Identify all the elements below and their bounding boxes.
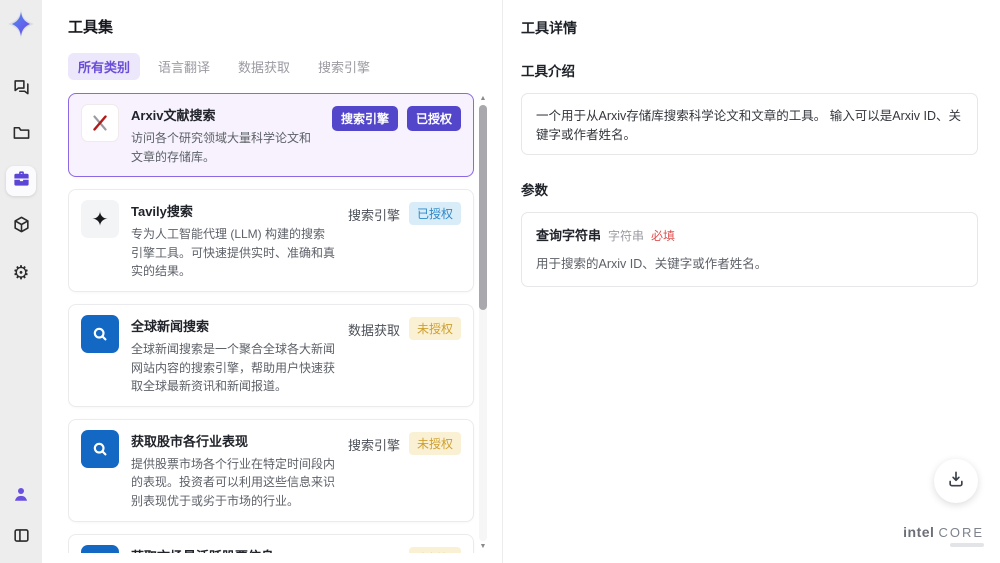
arxiv-logo-icon — [81, 104, 119, 142]
param-description: 用于搜索的Arxiv ID、关键字或作者姓名。 — [536, 257, 768, 271]
tool-list: Arxiv文献搜索 访问各个研究领域大量科学论文和文章的存储库。 搜索引擎 已授… — [68, 93, 488, 553]
chat-icon — [12, 77, 31, 101]
auth-badge: 未授权 — [408, 546, 461, 553]
sparkle-icon: ✦ — [81, 200, 119, 239]
cube-icon — [12, 215, 31, 239]
gear-icon: ⚙ — [12, 262, 30, 284]
tab-all-categories[interactable]: 所有类别 — [68, 53, 141, 80]
tool-title: Arxiv文献搜索 — [131, 108, 216, 123]
page-title: 工具集 — [68, 19, 114, 36]
download-button[interactable] — [934, 459, 978, 503]
scrollbar-thumb[interactable] — [479, 105, 487, 310]
category-tag: 搜索引擎 — [331, 106, 398, 131]
parameter-item: 查询字符串 字符串 必填 用于搜索的Arxiv ID、关键字或作者姓名。 — [521, 212, 978, 287]
tool-description: 专为人工智能代理 (LLM) 构建的搜索引擎工具。可快速提供实时、准确和真实的结… — [131, 227, 336, 279]
scroll-up-icon[interactable]: ▲ — [478, 95, 488, 103]
sidebar-item-settings[interactable]: ⚙ — [6, 258, 36, 288]
category-tag: 搜索引擎 — [347, 208, 400, 224]
auth-badge: 已授权 — [408, 202, 461, 226]
intro-section-title: 工具介绍 — [521, 64, 575, 79]
param-type: 字符串 — [608, 229, 645, 243]
tool-title: 获取股市各行业表现 — [131, 433, 249, 449]
tool-card-tavily[interactable]: ✦ Tavily搜索 专为人工智能代理 (LLM) 构建的搜索引擎工具。可快速提… — [68, 189, 474, 292]
tool-card-arxiv[interactable]: Arxiv文献搜索 访问各个研究领域大量科学论文和文章的存储库。 搜索引擎 已授… — [68, 93, 474, 178]
tab-language-translation[interactable]: 语言翻译 — [148, 53, 220, 80]
search-icon — [81, 544, 119, 553]
brand-intel-text: intel — [903, 524, 935, 540]
sidebar-item-collapse[interactable] — [6, 523, 36, 553]
intel-core-logo: intel CORE — [903, 524, 984, 547]
tool-list-panel: 工具集 所有类别 语言翻译 数据获取 搜索引擎 Arxiv文献搜索 访问各个研究… — [42, 0, 503, 563]
sidebar-item-models[interactable] — [6, 212, 36, 242]
app-logo — [5, 8, 37, 40]
tool-detail-panel: 工具详情 工具介绍 一个用于从Arxiv存储库搜索科学论文和文章的工具。 输入可… — [503, 0, 1000, 563]
auth-badge: 未授权 — [408, 316, 461, 340]
toolbox-icon — [12, 169, 31, 193]
sidebar-item-files[interactable] — [6, 120, 36, 150]
auth-badge: 未授权 — [408, 431, 461, 455]
category-tag: 搜索引擎 — [347, 437, 400, 453]
params-section-title: 参数 — [521, 183, 548, 198]
folder-icon — [12, 123, 31, 147]
sidebar-item-chat[interactable] — [6, 74, 36, 104]
tool-intro-text: 一个用于从Arxiv存储库搜索科学论文和文章的工具。 输入可以是Arxiv ID… — [521, 93, 978, 155]
tool-description: 全球新闻搜索是一个聚合全球各大新闻网站内容的搜索引擎，帮助用户快速获取全球最新资… — [131, 341, 336, 394]
tool-title: 获取市场最活跃股票信息 — [131, 546, 336, 553]
user-icon — [12, 485, 30, 508]
brand-underline — [950, 543, 984, 547]
panel-icon — [12, 526, 31, 550]
sidebar-item-account[interactable] — [6, 481, 36, 511]
param-required-badge: 必填 — [651, 229, 676, 243]
tool-title: 全球新闻搜索 — [131, 318, 210, 334]
tool-card-sector-performance[interactable]: 获取股市各行业表现 提供股票市场各个行业在特定时间段内的表现。投资者可以利用这些… — [68, 418, 474, 522]
list-scrollbar[interactable]: ▲ ▼ — [478, 95, 488, 551]
category-tag: 搜索引擎 — [348, 547, 400, 554]
detail-title: 工具详情 — [521, 20, 577, 36]
sidebar-item-tools[interactable] — [6, 166, 36, 196]
tab-data-fetch[interactable]: 数据获取 — [228, 53, 300, 80]
brand-core-text: CORE — [938, 525, 984, 540]
tool-card-active-stocks[interactable]: 获取市场最活跃股票信息 提供当天交易量最高的股票列表，投资者可以利用这些信息来识… — [68, 533, 474, 554]
sidebar-rail: ⚙ — [0, 0, 42, 563]
scroll-down-icon[interactable]: ▼ — [478, 543, 488, 551]
download-icon — [946, 469, 966, 494]
tool-card-global-news[interactable]: 全球新闻搜索 全球新闻搜索是一个聚合全球各大新闻网站内容的搜索引擎，帮助用户快速… — [68, 303, 474, 407]
tool-description: 访问各个研究领域大量科学论文和文章的存储库。 — [131, 131, 312, 164]
tab-search-engine[interactable]: 搜索引擎 — [308, 53, 380, 80]
search-icon — [81, 429, 119, 468]
main-area: 工具集 所有类别 语言翻译 数据获取 搜索引擎 Arxiv文献搜索 访问各个研究… — [42, 0, 1000, 563]
tool-description: 提供股票市场各个行业在特定时间段内的表现。投资者可以利用这些信息来识别表现优于或… — [131, 456, 336, 508]
param-name: 查询字符串 — [536, 228, 602, 243]
category-tag: 数据获取 — [347, 322, 400, 338]
tool-title: Tavily搜索 — [131, 204, 193, 220]
search-icon — [81, 314, 119, 353]
category-tabs: 所有类别 语言翻译 数据获取 搜索引擎 — [68, 53, 502, 80]
auth-badge: 已授权 — [406, 106, 461, 131]
